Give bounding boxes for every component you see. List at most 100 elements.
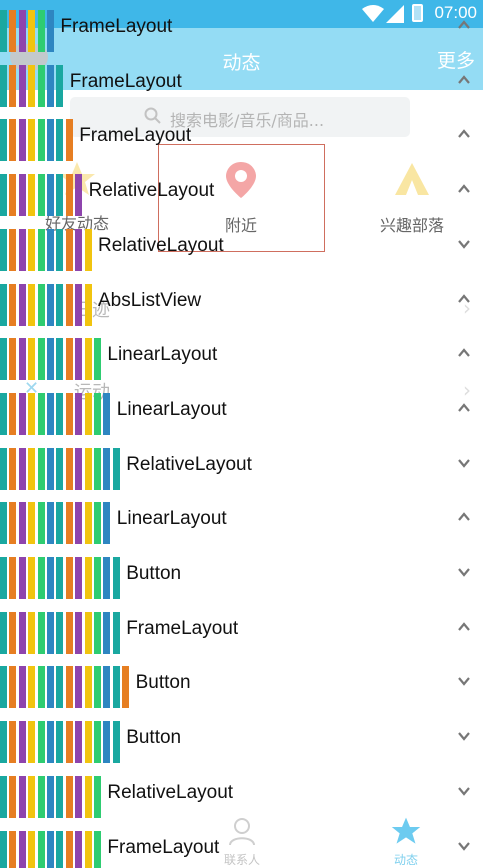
chevron-up-icon[interactable] bbox=[457, 73, 471, 87]
depth-bar bbox=[0, 228, 7, 271]
depth-bar bbox=[47, 830, 54, 868]
depth-bar bbox=[18, 174, 26, 217]
depth-bar bbox=[75, 228, 83, 271]
hierarchy-row[interactable]: AbsListView bbox=[0, 278, 483, 326]
depth-bar bbox=[37, 10, 45, 52]
depth-bar bbox=[47, 721, 54, 764]
depth-bar bbox=[103, 392, 111, 435]
hierarchy-row[interactable]: RelativeLayout bbox=[0, 223, 483, 271]
depth-bar bbox=[18, 830, 26, 868]
depth-bar bbox=[28, 775, 36, 818]
depth-bar bbox=[28, 830, 36, 868]
depth-bar bbox=[84, 338, 92, 381]
depth-bar bbox=[75, 666, 83, 709]
depth-bar bbox=[0, 174, 7, 217]
depth-bar bbox=[75, 611, 83, 654]
depth-bar bbox=[0, 64, 7, 107]
depth-bar bbox=[0, 830, 7, 868]
depth-bar bbox=[56, 174, 64, 217]
depth-bar bbox=[47, 392, 54, 435]
hierarchy-node-label: FrameLayout bbox=[69, 70, 182, 92]
chevron-up-icon[interactable] bbox=[457, 292, 471, 306]
depth-bar bbox=[112, 611, 120, 654]
depth-bar bbox=[84, 611, 92, 654]
chevron-down-icon[interactable] bbox=[457, 456, 471, 470]
depth-bar bbox=[56, 830, 64, 868]
depth-bar bbox=[65, 174, 73, 217]
depth-bar bbox=[56, 228, 64, 271]
depth-bar bbox=[18, 228, 26, 271]
depth-bar bbox=[56, 775, 64, 818]
hierarchy-node-label: RelativeLayout bbox=[98, 234, 224, 256]
depth-bar bbox=[9, 447, 17, 490]
hierarchy-row[interactable]: RelativeLayout bbox=[0, 168, 483, 217]
depth-bar bbox=[56, 338, 64, 381]
depth-bar bbox=[37, 119, 45, 162]
depth-bar bbox=[28, 174, 36, 217]
depth-bar bbox=[65, 119, 73, 162]
hierarchy-row[interactable]: RelativeLayout bbox=[0, 770, 483, 818]
depth-bar bbox=[9, 10, 17, 52]
depth-bar bbox=[37, 721, 45, 764]
chevron-up-icon[interactable] bbox=[457, 346, 471, 360]
depth-bar bbox=[75, 338, 83, 381]
chevron-down-icon[interactable] bbox=[457, 729, 471, 743]
depth-bar bbox=[75, 502, 83, 545]
hierarchy-row[interactable]: FrameLayout bbox=[0, 4, 483, 52]
depth-bar bbox=[28, 502, 36, 545]
depth-bar bbox=[0, 447, 7, 490]
chevron-down-icon[interactable] bbox=[457, 237, 471, 251]
depth-bar bbox=[28, 447, 36, 490]
depth-bar bbox=[28, 64, 36, 107]
depth-bar bbox=[65, 557, 73, 599]
depth-bar bbox=[75, 283, 83, 326]
depth-bar bbox=[56, 64, 64, 107]
chevron-up-icon[interactable] bbox=[457, 401, 471, 415]
depth-bar bbox=[37, 228, 45, 271]
depth-bar bbox=[28, 228, 36, 271]
depth-bar bbox=[75, 447, 83, 490]
chevron-down-icon[interactable] bbox=[457, 674, 471, 688]
depth-bar bbox=[9, 174, 17, 217]
hierarchy-row[interactable]: FrameLayout bbox=[0, 113, 483, 162]
hierarchy-node-label: RelativeLayout bbox=[88, 180, 215, 202]
chevron-up-icon[interactable] bbox=[457, 182, 471, 196]
depth-bar bbox=[37, 502, 45, 545]
hierarchy-node-label: RelativeLayout bbox=[126, 453, 252, 475]
depth-bar bbox=[9, 502, 17, 545]
depth-bar bbox=[65, 830, 73, 868]
depth-bar bbox=[28, 721, 36, 764]
depth-bar bbox=[47, 611, 54, 654]
depth-bar bbox=[56, 392, 64, 435]
depth-bar bbox=[9, 283, 17, 326]
depth-bar bbox=[47, 557, 54, 599]
chevron-down-icon[interactable] bbox=[457, 784, 471, 798]
depth-bar bbox=[47, 447, 54, 490]
hierarchy-row[interactable]: RelativeLayout bbox=[0, 442, 483, 490]
depth-bar bbox=[103, 447, 111, 490]
depth-bar bbox=[37, 557, 45, 599]
hierarchy-row[interactable]: FrameLayout bbox=[0, 825, 483, 868]
chevron-down-icon[interactable] bbox=[457, 565, 471, 579]
depth-bar bbox=[84, 392, 92, 435]
depth-bar bbox=[18, 338, 26, 381]
chevron-up-icon[interactable] bbox=[457, 18, 471, 32]
hierarchy-row[interactable]: Button bbox=[0, 660, 483, 709]
depth-bar bbox=[94, 338, 101, 381]
hierarchy-row[interactable]: Button bbox=[0, 715, 483, 764]
chevron-up-icon[interactable] bbox=[457, 127, 471, 141]
hierarchy-row[interactable]: LinearLayout bbox=[0, 387, 483, 435]
depth-bar bbox=[56, 447, 64, 490]
depth-bar bbox=[18, 447, 26, 490]
depth-bar bbox=[37, 283, 45, 326]
hierarchy-row[interactable]: Button bbox=[0, 551, 483, 599]
depth-bar bbox=[84, 502, 92, 545]
hierarchy-row[interactable]: FrameLayout bbox=[0, 606, 483, 654]
chevron-down-icon[interactable] bbox=[457, 839, 471, 853]
depth-bar bbox=[65, 611, 73, 654]
hierarchy-row[interactable]: FrameLayout bbox=[0, 59, 483, 107]
hierarchy-row[interactable]: LinearLayout bbox=[0, 332, 483, 381]
hierarchy-row[interactable]: LinearLayout bbox=[0, 496, 483, 545]
chevron-up-icon[interactable] bbox=[457, 510, 471, 524]
chevron-up-icon[interactable] bbox=[457, 620, 471, 634]
